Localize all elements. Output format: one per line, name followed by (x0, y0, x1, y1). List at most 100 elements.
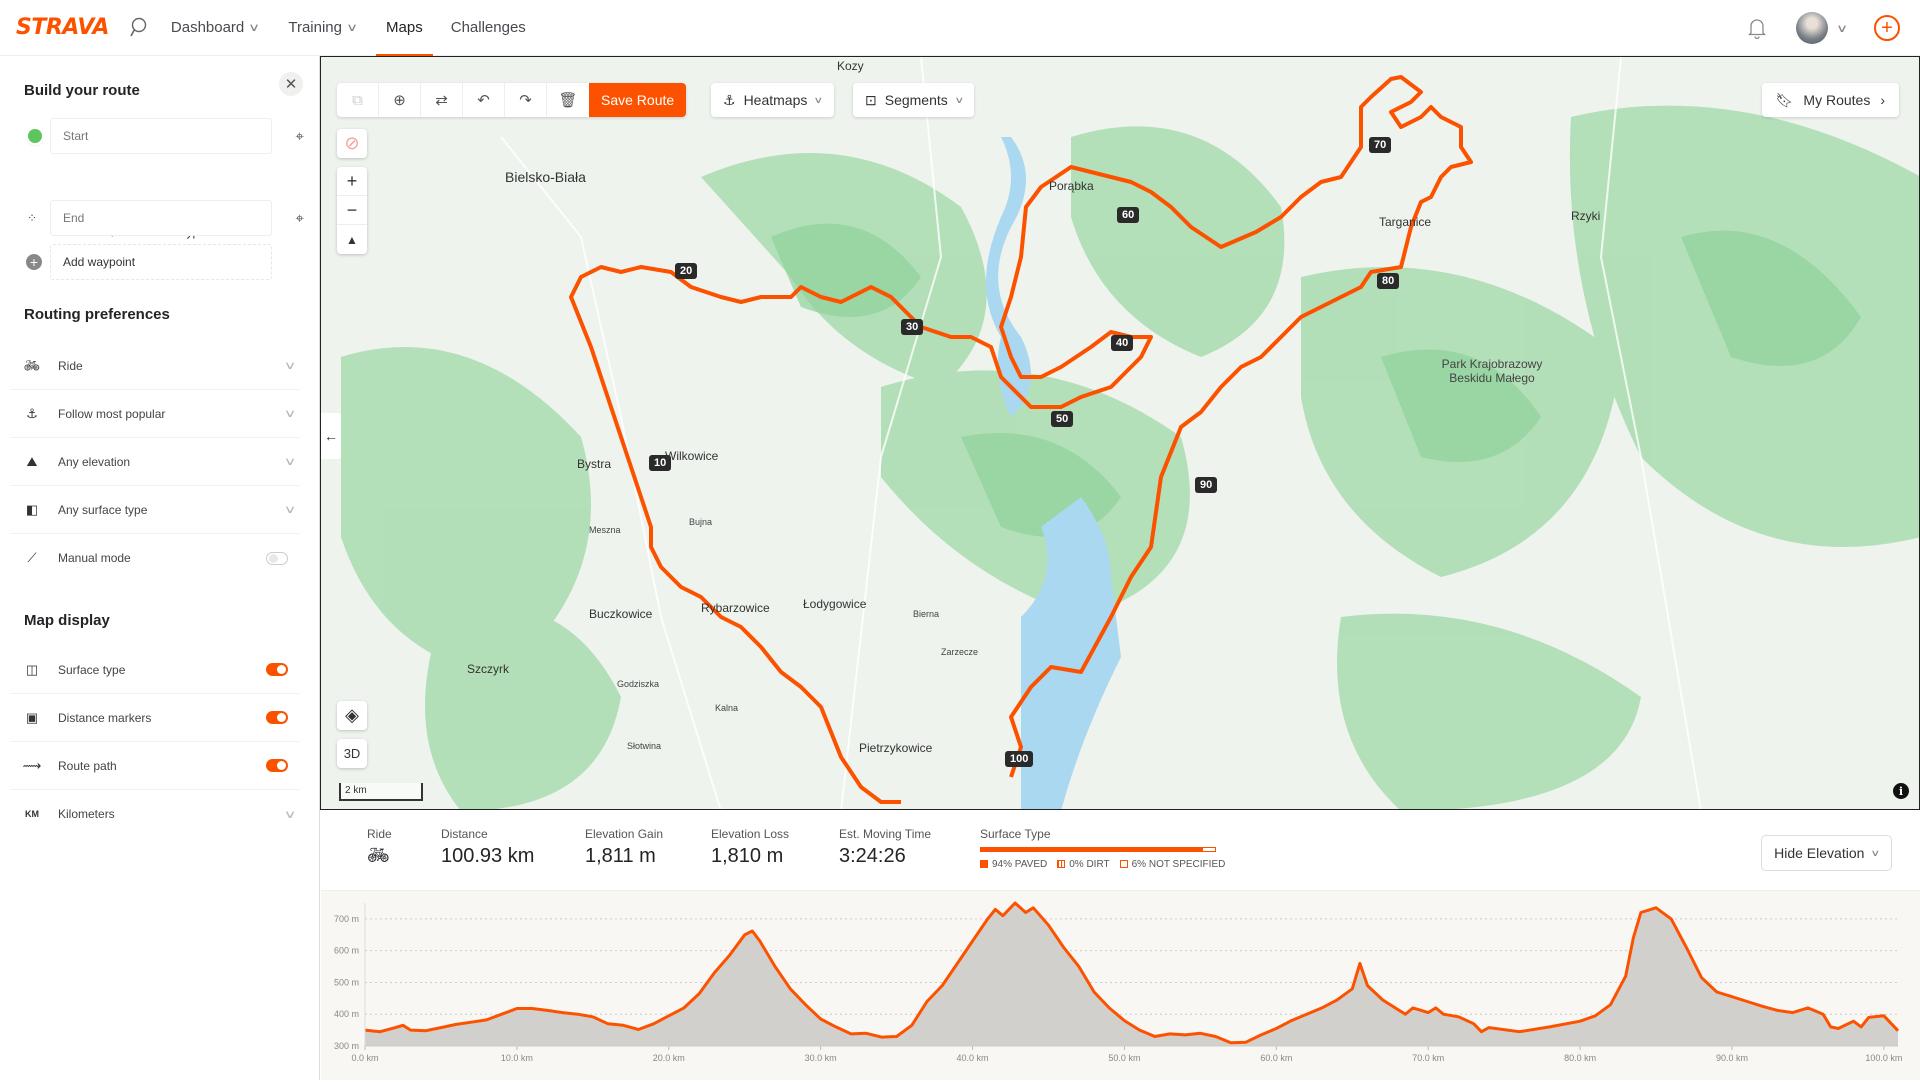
pref-ride[interactable]: 🚲︎ Ride ∨ (10, 342, 300, 390)
km-marker-40[interactable]: 40 (1111, 335, 1134, 351)
heatmap-icon: ⚓︎ (723, 91, 736, 108)
km-marker-50[interactable]: 50 (1051, 411, 1074, 427)
reverse-icon[interactable]: ⇄ (421, 83, 463, 117)
info-icon[interactable]: i (1893, 783, 1909, 799)
heatmap-icon: ⚓︎ (26, 405, 38, 421)
undo-icon[interactable]: ↶ (463, 83, 505, 117)
km-marker-70[interactable]: 70 (1369, 137, 1392, 153)
map-scale: 2 km (339, 783, 423, 801)
x-tick-label: 80.0 km (1564, 1053, 1596, 1063)
place-label: Zarzecze (941, 647, 979, 657)
nav-maps[interactable]: Maps (376, 0, 433, 56)
chevron-down-icon: ∨ (283, 456, 297, 468)
nav-dashboard[interactable]: Dashboard ∨ (170, 0, 261, 56)
manual-mode-toggle[interactable] (266, 551, 288, 565)
x-tick-label: 50.0 km (1108, 1053, 1140, 1063)
distance-marker-icon: ▣ (25, 709, 39, 725)
build-route-title: Build your route (24, 82, 140, 99)
display-units[interactable]: KM Kilometers ∨ (10, 790, 300, 838)
km-marker-100[interactable]: 100 (1005, 751, 1034, 767)
stat-distance-value: 100.93 km (441, 845, 535, 867)
copy-icon[interactable]: ⧉ (337, 83, 379, 117)
search-icon[interactable] (127, 17, 149, 39)
trash-icon[interactable]: 🗑︎ (547, 83, 589, 117)
nav-challenges-label: Challenges (450, 19, 526, 36)
stat-loss-label: Elevation Loss (711, 827, 790, 841)
pref-popularity[interactable]: ⚓︎ Follow most popular ∨ (10, 390, 300, 438)
place-label: Rzyki (1571, 209, 1601, 223)
clear-map-button[interactable]: ⊘ (337, 129, 367, 158)
route-line (569, 75, 1473, 804)
add-waypoint-icon: + (26, 254, 42, 270)
y-tick-label: 400 m (334, 1009, 359, 1019)
elevation-chart: 300 m 400 m 500 m 600 m 700 m 0.0 km 10.0 km 20… (334, 901, 1902, 1063)
locate-icon[interactable]: ⌖ (296, 128, 304, 145)
place-label: Rybarzowice (701, 601, 770, 615)
save-route-button[interactable]: Save Route (589, 83, 687, 117)
stat-gain-label: Elevation Gain (585, 827, 664, 841)
chevron-down-icon: ∨ (954, 94, 965, 105)
km-marker-30[interactable]: 30 (901, 319, 924, 335)
x-tick-label: 70.0 km (1412, 1053, 1444, 1063)
chevron-down-icon: ∨ (283, 360, 297, 372)
add-icon[interactable]: + (1874, 15, 1900, 41)
upload-icon[interactable]: ⊕ (379, 83, 421, 117)
end-input[interactable]: End (50, 200, 272, 236)
hide-elevation-button[interactable]: Hide Elevation ∨ (1761, 835, 1892, 871)
layers-button[interactable]: ◈ (337, 701, 367, 730)
zoom-out-button[interactable]: − (337, 196, 367, 225)
zoom-in-button[interactable]: + (337, 167, 367, 196)
stat-time-value: 3:24:26 (839, 845, 906, 867)
pref-manual-mode: ⟋ Manual mode (10, 534, 300, 582)
heatmaps-dropdown[interactable]: ⚓︎ Heatmaps ∨ (711, 83, 834, 117)
distance-markers-toggle[interactable] (266, 711, 288, 724)
strava-logo[interactable]: STRAVA (16, 15, 109, 40)
stat-gain-value: 1,811 m (585, 845, 656, 867)
chevron-down-icon: ∨ (813, 94, 824, 105)
avatar[interactable] (1795, 12, 1828, 44)
route-map[interactable]: 10 20 30 40 50 60 70 80 90 100 Bielsko-B… (320, 56, 1920, 810)
chevron-down-icon: ∨ (1870, 847, 1881, 858)
chevron-down-icon: ∨ (283, 408, 297, 420)
segments-label: Segments (884, 92, 948, 108)
compass-icon[interactable]: ▲ (337, 225, 367, 254)
stat-time-label: Est. Moving Time (839, 827, 932, 841)
chevron-down-icon: ∨ (248, 22, 261, 34)
pref-elevation[interactable]: ⛰︎ Any elevation ∨ (10, 438, 300, 486)
nav-training[interactable]: Training ∨ (288, 0, 359, 56)
locate-icon[interactable]: ⌖ (296, 210, 304, 227)
nav-dashboard-label: Dashboard (170, 19, 245, 36)
km-marker-20[interactable]: 20 (675, 263, 698, 279)
y-tick-label: 700 m (334, 914, 359, 924)
km-marker-60[interactable]: 60 (1117, 207, 1140, 223)
bike-icon: 🚲︎ (23, 357, 41, 373)
3d-toggle-button[interactable]: 3D (337, 739, 367, 768)
route-path-toggle[interactable] (266, 759, 288, 772)
add-waypoint-row[interactable]: + Add waypoint (24, 244, 304, 280)
close-icon[interactable]: ✕ (279, 72, 303, 96)
surface-type-toggle[interactable] (266, 663, 288, 676)
add-waypoint-input[interactable]: Add waypoint (50, 244, 272, 280)
start-dot-icon (28, 129, 42, 143)
map-display-title: Map display (24, 612, 110, 629)
start-input[interactable]: Start (50, 118, 272, 154)
bell-icon[interactable] (1747, 17, 1768, 40)
no-location-icon: ⊘ (344, 133, 360, 153)
place-label: Bujna (689, 517, 713, 527)
nav-challenges[interactable]: Challenges (451, 0, 526, 56)
elevation-profile[interactable]: 300 m 400 m 500 m 600 m 700 m 0.0 km 10.0 km 20… (321, 891, 1920, 1080)
pref-surface[interactable]: ◧ Any surface type ∨ (10, 486, 300, 534)
stat-ride: Ride 🚲︎ (367, 827, 392, 866)
chevron-down-icon: ∨ (345, 22, 359, 34)
top-navigation: STRAVA Dashboard ∨ Training ∨ Maps Challen… (0, 0, 1920, 56)
profile-menu[interactable]: ∨ (1795, 12, 1849, 44)
display-surface-type: ◫ Surface type (10, 646, 300, 694)
km-marker-80[interactable]: 80 (1377, 273, 1400, 289)
km-marker-90[interactable]: 90 (1195, 477, 1218, 493)
redo-icon[interactable]: ↷ (505, 83, 547, 117)
chevron-down-icon: ∨ (1835, 22, 1849, 35)
segments-dropdown[interactable]: ⊡ Segments ∨ (853, 83, 975, 117)
collapse-sidebar-button[interactable]: ← (321, 413, 341, 459)
manual-icon: ⟋ (27, 550, 37, 565)
my-routes-button[interactable]: 🔖︎ My Routes › (1761, 83, 1899, 117)
